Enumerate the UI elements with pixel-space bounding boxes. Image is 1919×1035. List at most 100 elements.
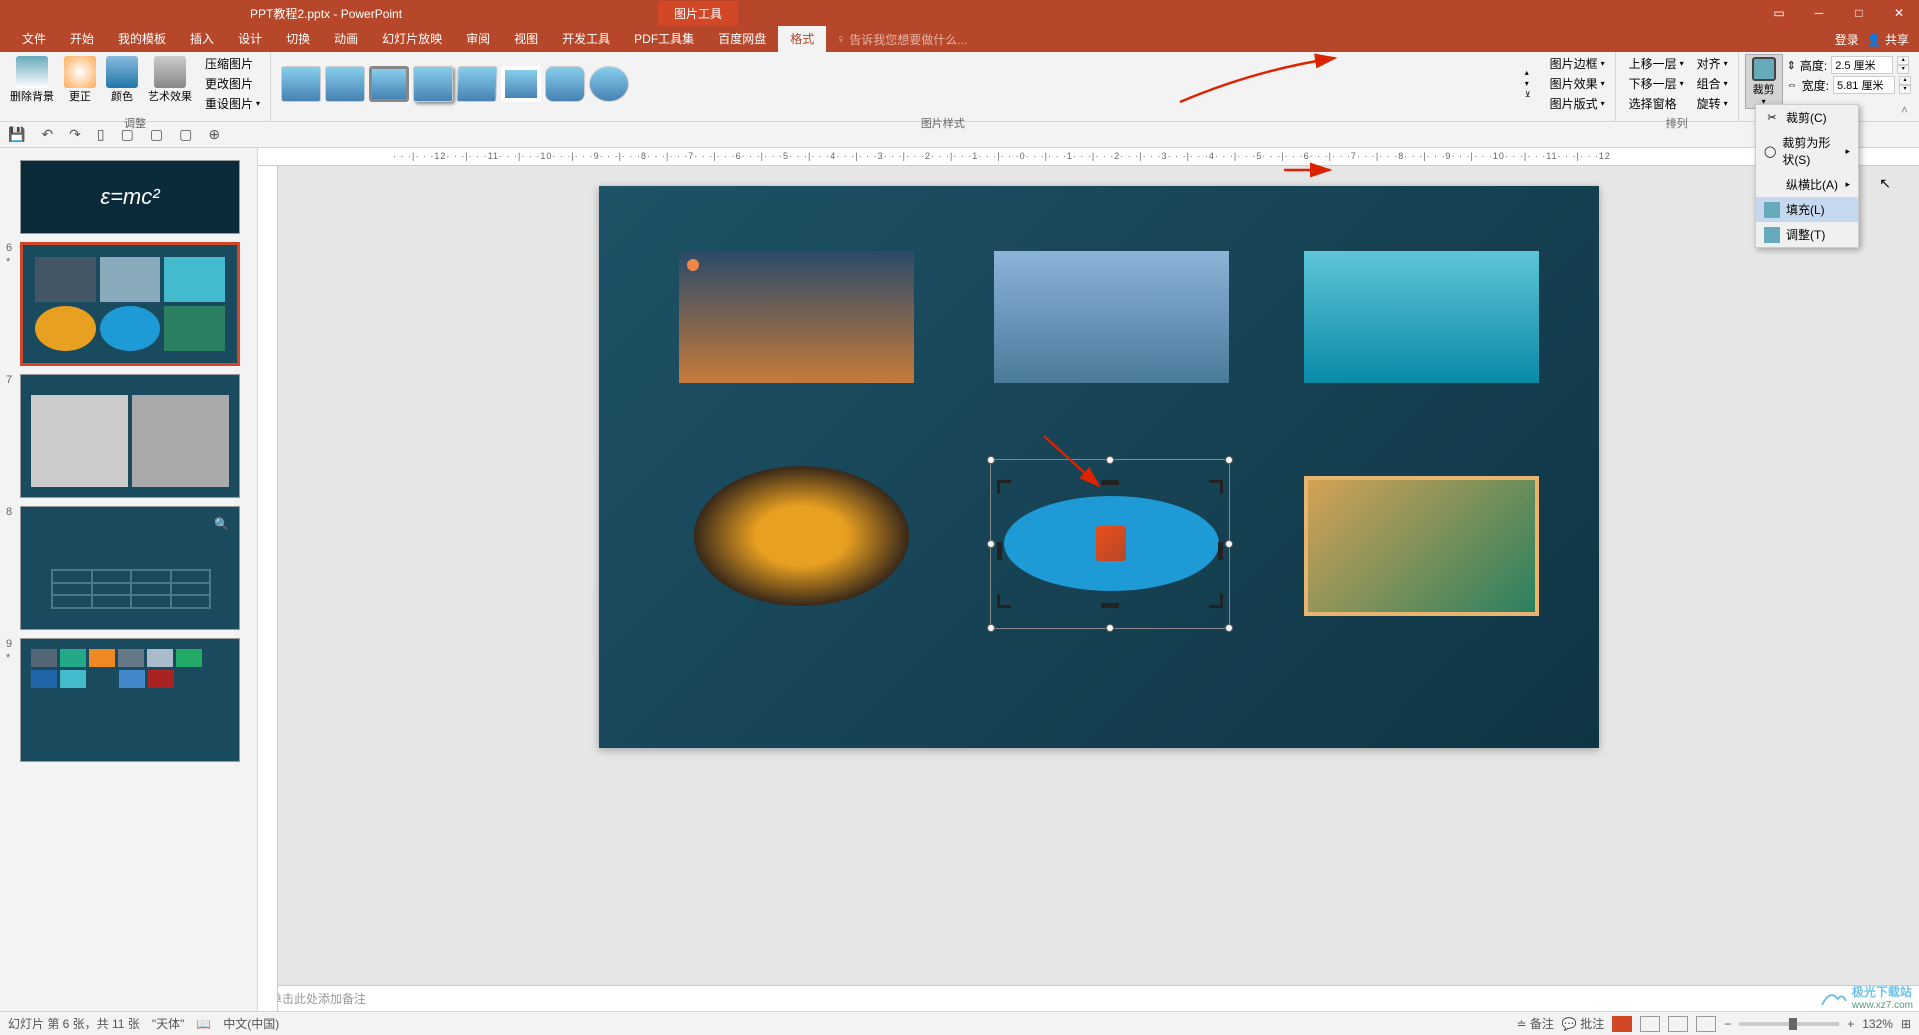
tab-pdf[interactable]: PDF工具集 — [622, 26, 706, 52]
crop-edge-t[interactable] — [1101, 480, 1119, 485]
slideshow-view-button[interactable] — [1696, 1016, 1716, 1032]
qat-icon-8[interactable]: ⊕ — [208, 126, 220, 143]
tab-file[interactable]: 文件 — [10, 26, 58, 52]
style-4[interactable] — [413, 66, 453, 102]
slide-thumb-7[interactable]: 7 — [20, 374, 253, 498]
zoom-thumb[interactable] — [1789, 1018, 1797, 1030]
sorter-view-button[interactable] — [1640, 1016, 1660, 1032]
gallery-more-icon[interactable]: ⊻ — [1525, 90, 1531, 99]
gallery-down-icon[interactable]: ▾ — [1525, 79, 1531, 88]
notes-toggle[interactable]: ≐ 备注 — [1517, 1015, 1554, 1032]
menu-aspect-ratio[interactable]: 纵横比(A)▸ — [1756, 172, 1858, 197]
tab-home[interactable]: 开始 — [58, 26, 106, 52]
send-backward-button[interactable]: 下移一层▾ — [1622, 74, 1688, 93]
gallery-up-icon[interactable]: ▴ — [1525, 68, 1531, 77]
crop-tr[interactable] — [1209, 480, 1223, 494]
zoom-level[interactable]: 132% — [1862, 1017, 1893, 1031]
handle-bc[interactable] — [1106, 624, 1114, 632]
handle-bl[interactable] — [987, 624, 995, 632]
slide-thumb-5[interactable]: ε=mc² — [20, 160, 253, 234]
picture-layout-button[interactable]: 图片版式▾ — [1543, 94, 1609, 113]
height-input[interactable] — [1831, 56, 1893, 74]
handle-mr[interactable] — [1225, 540, 1233, 548]
close-icon[interactable]: ✕ — [1879, 0, 1919, 26]
crop-tl[interactable] — [997, 480, 1011, 494]
style-3[interactable] — [369, 66, 409, 102]
tab-design[interactable]: 设计 — [226, 26, 274, 52]
tab-insert[interactable]: 插入 — [178, 26, 226, 52]
save-icon[interactable]: 💾 — [8, 126, 25, 143]
zoom-in-button[interactable]: + — [1847, 1017, 1854, 1031]
qat-icon-6[interactable]: ▢ — [150, 126, 163, 143]
style-5[interactable] — [456, 66, 497, 102]
slide-thumb-9[interactable]: 9 * — [20, 638, 253, 762]
group-objects-button[interactable]: 组合▾ — [1690, 74, 1732, 93]
menu-crop-to-shape[interactable]: ◯裁剪为形状(S)▸ — [1756, 130, 1858, 172]
crop-bl[interactable] — [997, 594, 1011, 608]
comments-toggle[interactable]: 💬 批注 — [1562, 1015, 1604, 1032]
width-input[interactable] — [1833, 76, 1895, 94]
corrections-button[interactable]: 更正 — [60, 54, 100, 106]
width-down[interactable]: ▾ — [1899, 85, 1911, 94]
artistic-effects-button[interactable]: 艺术效果 — [144, 54, 196, 106]
language-indicator[interactable]: 中文(中国) — [223, 1015, 279, 1032]
reset-picture-button[interactable]: 重设图片▾ — [198, 94, 264, 113]
spellcheck-icon[interactable]: 📖 — [196, 1017, 211, 1031]
handle-br[interactable] — [1225, 624, 1233, 632]
rotate-button[interactable]: 旋转▾ — [1690, 94, 1732, 113]
slide-canvas[interactable] — [599, 186, 1599, 748]
picture-border-button[interactable]: 图片边框▾ — [1543, 54, 1609, 73]
tab-view[interactable]: 视图 — [502, 26, 550, 52]
menu-crop[interactable]: ✂裁剪(C) — [1756, 105, 1858, 130]
tab-transition[interactable]: 切换 — [274, 26, 322, 52]
selection-pane-button[interactable]: 选择窗格 — [1622, 94, 1688, 113]
slide-image-leaf[interactable] — [694, 466, 909, 606]
tab-format[interactable]: 格式 — [778, 26, 826, 52]
login-link[interactable]: 登录 — [1835, 31, 1859, 48]
handle-ml[interactable] — [987, 540, 995, 548]
height-down[interactable]: ▾ — [1897, 65, 1909, 74]
crop-edge-b[interactable] — [1101, 603, 1119, 608]
style-8[interactable] — [589, 66, 629, 102]
handle-tl[interactable] — [987, 456, 995, 464]
style-2[interactable] — [325, 66, 365, 102]
minimize-icon[interactable]: ─ — [1799, 0, 1839, 26]
slide-image-mountain[interactable] — [994, 251, 1229, 383]
handle-tr[interactable] — [1225, 456, 1233, 464]
start-slideshow-icon[interactable]: ▯ — [97, 126, 105, 143]
color-button[interactable]: 颜色 — [102, 54, 142, 106]
zoom-slider[interactable] — [1739, 1022, 1839, 1026]
slide-image-city[interactable] — [679, 251, 914, 383]
tab-review[interactable]: 审阅 — [454, 26, 502, 52]
style-7[interactable] — [545, 66, 585, 102]
crop-edge-l[interactable] — [997, 542, 1002, 560]
handle-tc[interactable] — [1106, 456, 1114, 464]
fit-to-window-button[interactable]: ⊞ — [1901, 1017, 1911, 1031]
style-gallery[interactable] — [277, 62, 633, 106]
style-6[interactable] — [501, 66, 541, 102]
tab-template[interactable]: 我的模板 — [106, 26, 178, 52]
redo-icon[interactable]: ↷ — [69, 126, 81, 143]
notes-pane[interactable]: 单击此处添加备注 — [258, 985, 1919, 1011]
undo-icon[interactable]: ↶ — [41, 126, 53, 143]
maximize-icon[interactable]: □ — [1839, 0, 1879, 26]
slide-thumb-6[interactable]: 6 * — [20, 242, 253, 366]
remove-background-button[interactable]: 删除背景 — [6, 54, 58, 106]
tab-animation[interactable]: 动画 — [322, 26, 370, 52]
menu-fill[interactable]: 填充(L) — [1756, 197, 1858, 222]
crop-button[interactable]: 裁剪 ▾ — [1745, 54, 1783, 109]
zoom-out-button[interactable]: − — [1724, 1017, 1731, 1031]
tab-baidu[interactable]: 百度网盘 — [706, 26, 778, 52]
style-1[interactable] — [281, 66, 321, 102]
normal-view-button[interactable] — [1612, 1016, 1632, 1032]
compress-button[interactable]: 压缩图片 — [198, 54, 264, 73]
bring-forward-button[interactable]: 上移一层▾ — [1622, 54, 1688, 73]
canvas-area[interactable] — [258, 166, 1919, 985]
menu-fit[interactable]: 调整(T) — [1756, 222, 1858, 247]
qat-icon-7[interactable]: ▢ — [179, 126, 192, 143]
slide-thumb-8[interactable]: 8 🔍 — [20, 506, 253, 630]
crop-br[interactable] — [1209, 594, 1223, 608]
tell-me-search[interactable]: ♀ 告诉我您想要做什么... — [836, 31, 967, 48]
collapse-ribbon-icon[interactable]: ˄ — [1901, 103, 1915, 117]
slide-image-chalkboard[interactable] — [1304, 476, 1539, 616]
